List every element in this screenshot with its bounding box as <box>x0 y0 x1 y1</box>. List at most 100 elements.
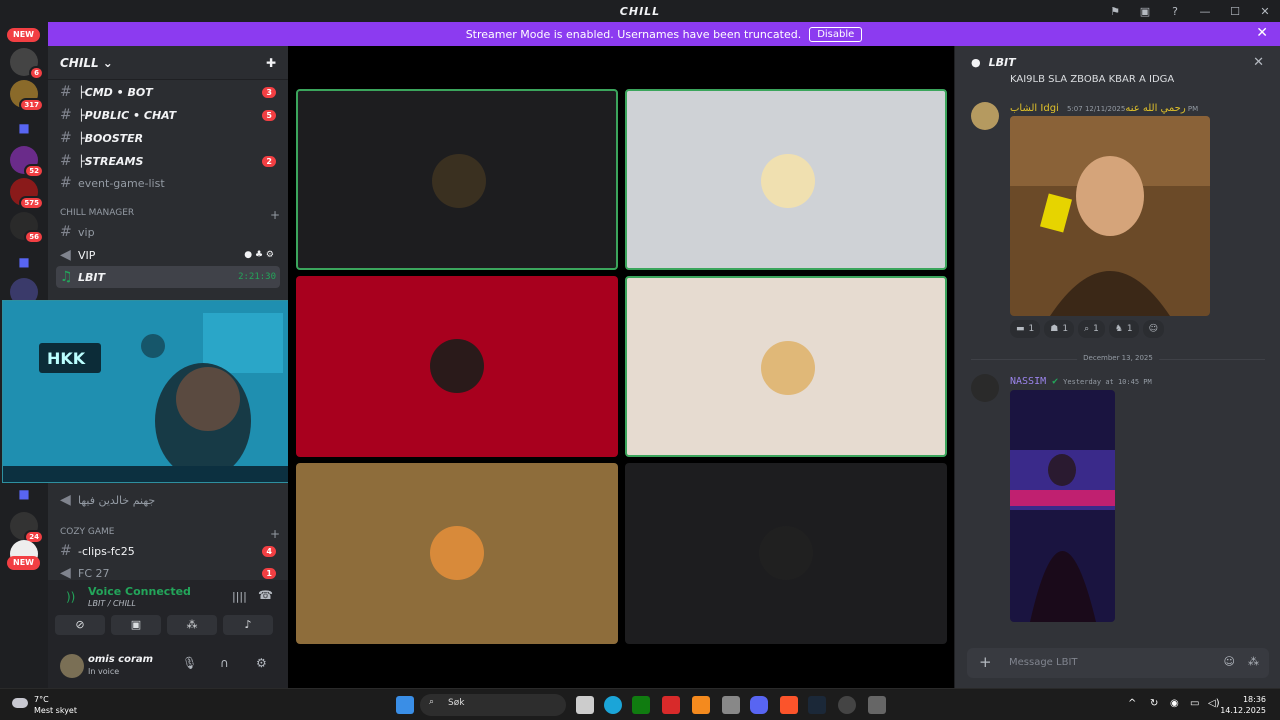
clock[interactable]: 18:36 14.12.2025 <box>1220 694 1266 716</box>
cloud-icon <box>12 698 28 708</box>
channel-vip-text[interactable]: # vip <box>56 221 280 243</box>
reaction[interactable]: ☗ 1 <box>1044 320 1075 338</box>
search-box[interactable]: ⌕ Søk <box>420 694 566 716</box>
window-title: CHILL <box>619 4 661 18</box>
server-icon[interactable]: 317 <box>10 80 44 112</box>
app-icon[interactable] <box>692 696 710 714</box>
help-icon[interactable]: ? <box>1160 5 1190 18</box>
close-icon[interactable]: ✕ <box>1256 25 1268 41</box>
channel-item[interactable]: # ├BOOSTER <box>56 127 280 149</box>
server-icon[interactable]: 24 <box>10 512 44 544</box>
reaction[interactable]: ▬ 1 <box>1010 320 1041 338</box>
emoji-icon[interactable]: ☺ <box>1224 655 1235 668</box>
add-member-icon[interactable]: ✚ <box>266 56 276 70</box>
avatar <box>761 341 815 395</box>
voice-channel-vip[interactable]: ◀ VIP ● ♣ ⚙ <box>56 244 280 266</box>
add-reaction-icon[interactable]: ☺ <box>1142 320 1165 338</box>
start-icon[interactable] <box>396 696 414 714</box>
gif-image[interactable] <box>1010 116 1210 316</box>
soundboard-button[interactable]: ♪ <box>223 615 273 635</box>
chat-bubble-icon: ● <box>971 55 981 69</box>
maximize-button[interactable]: ☐ <box>1220 5 1250 18</box>
new-pill: NEW <box>7 556 40 570</box>
volume-icon[interactable]: ◁) <box>1208 698 1220 709</box>
participant-tile[interactable] <box>296 463 618 644</box>
minimize-button[interactable]: — <box>1190 5 1220 18</box>
task-view-icon[interactable] <box>576 696 594 714</box>
share-screen-button[interactable]: ▣ <box>111 615 161 635</box>
participant-tile[interactable] <box>625 463 947 644</box>
apps-icon[interactable]: ⁂ <box>1248 655 1259 668</box>
avatar[interactable] <box>60 654 84 678</box>
reaction[interactable]: ♞ 1 <box>1108 320 1139 338</box>
participant-tile[interactable] <box>625 89 947 270</box>
chat-title: LBIT <box>988 55 1016 69</box>
discord-icon[interactable] <box>750 696 768 714</box>
author-name[interactable]: NASSIM <box>1010 376 1046 387</box>
voice-channel-lbit[interactable]: ♫ LBIT 2:21:30 <box>56 266 280 288</box>
avatar <box>430 339 484 393</box>
add-attachment-icon[interactable]: + <box>979 653 992 671</box>
channel-item[interactable]: # ├PUBLIC • CHAT 5 <box>56 104 280 126</box>
disconnect-icon[interactable]: ☎ <box>258 588 273 602</box>
participant-tile[interactable] <box>296 276 618 457</box>
svg-text:HKK: HKK <box>47 349 86 368</box>
close-button[interactable]: ✕ <box>1250 5 1280 18</box>
channel-item[interactable]: # ├CMD • BOT 3 <box>56 81 280 103</box>
sync-icon[interactable]: ↻ <box>1150 698 1158 709</box>
message-input[interactable]: Message LBIT <box>1009 657 1078 668</box>
steam-icon[interactable] <box>808 696 826 714</box>
reaction[interactable]: ⌕ 1 <box>1078 320 1105 338</box>
brave-icon[interactable] <box>780 696 798 714</box>
mic-icon[interactable]: 🎙︎ <box>182 656 197 670</box>
voice-panel: )) Voice Connected LBIT / CHILL |||| ☎ ⊘… <box>48 580 288 688</box>
mic-icon[interactable]: ◉ <box>1170 698 1179 709</box>
network-icon[interactable]: ▭ <box>1190 698 1199 709</box>
new-pill: NEW <box>7 28 40 42</box>
message-composer[interactable]: + Message LBIT ☺ ⁂ <box>967 648 1269 678</box>
category-header[interactable]: COZY GAME + <box>60 527 284 541</box>
folder-icon[interactable]: ■ <box>10 480 38 508</box>
app-icon[interactable] <box>838 696 856 714</box>
channel-item[interactable]: # -clips-fc25 4 <box>56 540 280 562</box>
channel-item[interactable]: # ├STREAMS 2 <box>56 150 280 172</box>
user-panel: omis coram In voice 🎙︎ ∩ ⚙ <box>48 648 288 688</box>
channel-item[interactable]: # event-game-list <box>56 172 280 194</box>
server-header[interactable]: CHILL ⌄ ✚ <box>48 46 288 80</box>
server-icon[interactable]: 575 <box>10 178 44 210</box>
screen-icon[interactable]: ▣ <box>1130 5 1160 18</box>
chevron-up-icon[interactable]: ^ <box>1128 698 1136 709</box>
edge-icon[interactable] <box>604 696 622 714</box>
avatar[interactable] <box>971 374 999 402</box>
reaction-bar: ▬ 1 ☗ 1 ⌕ 1 ♞ 1 ☺ <box>1010 320 1165 338</box>
close-icon[interactable]: ✕ <box>1253 55 1264 70</box>
settings-app-icon[interactable] <box>868 696 886 714</box>
server-icon[interactable]: 6 <box>10 48 44 80</box>
signal-icon[interactable]: )) <box>66 590 75 604</box>
store-icon[interactable] <box>722 696 740 714</box>
camera-off-button[interactable]: ⊘ <box>55 615 105 635</box>
image-attachment[interactable] <box>1010 390 1115 622</box>
inbox-icon[interactable]: ⚑ <box>1100 5 1130 18</box>
noise-icon[interactable]: |||| <box>232 590 247 603</box>
voice-channel-item[interactable]: ◀ FC 27 1 <box>56 562 280 580</box>
settings-icon[interactable]: ⚙ <box>256 656 267 670</box>
activity-button[interactable]: ⁂ <box>167 615 217 635</box>
headphones-icon[interactable]: ∩ <box>220 656 229 670</box>
participant-tile[interactable] <box>296 89 618 270</box>
weather-widget[interactable]: 7°C Mest skyet <box>12 694 77 716</box>
xbox-icon[interactable] <box>632 696 650 714</box>
disable-button[interactable]: Disable <box>809 26 863 42</box>
participant-tile[interactable] <box>625 276 947 457</box>
category-header[interactable]: CHILL MANAGER + <box>60 208 284 222</box>
stream-popout[interactable]: HKK <box>2 300 302 483</box>
folder-icon[interactable]: ■ <box>10 114 38 142</box>
taskbar: 7°C Mest skyet ⌕ Søk ^ ↻ ◉ ▭ ◁) 18:36 14… <box>0 688 1280 720</box>
server-icon[interactable]: 52 <box>10 146 44 178</box>
app-icon[interactable] <box>662 696 680 714</box>
voice-channel-arabic[interactable]: ◀ جهنم خالدين فيها <box>56 489 280 511</box>
chat-panel: ● LBIT ✕ KAI9LB SLA ZBOBA KBAR A IDGA ال… <box>954 46 1280 688</box>
server-icon[interactable]: 56 <box>10 212 44 244</box>
avatar[interactable] <box>971 102 999 130</box>
folder-icon[interactable]: ■ <box>10 248 38 276</box>
